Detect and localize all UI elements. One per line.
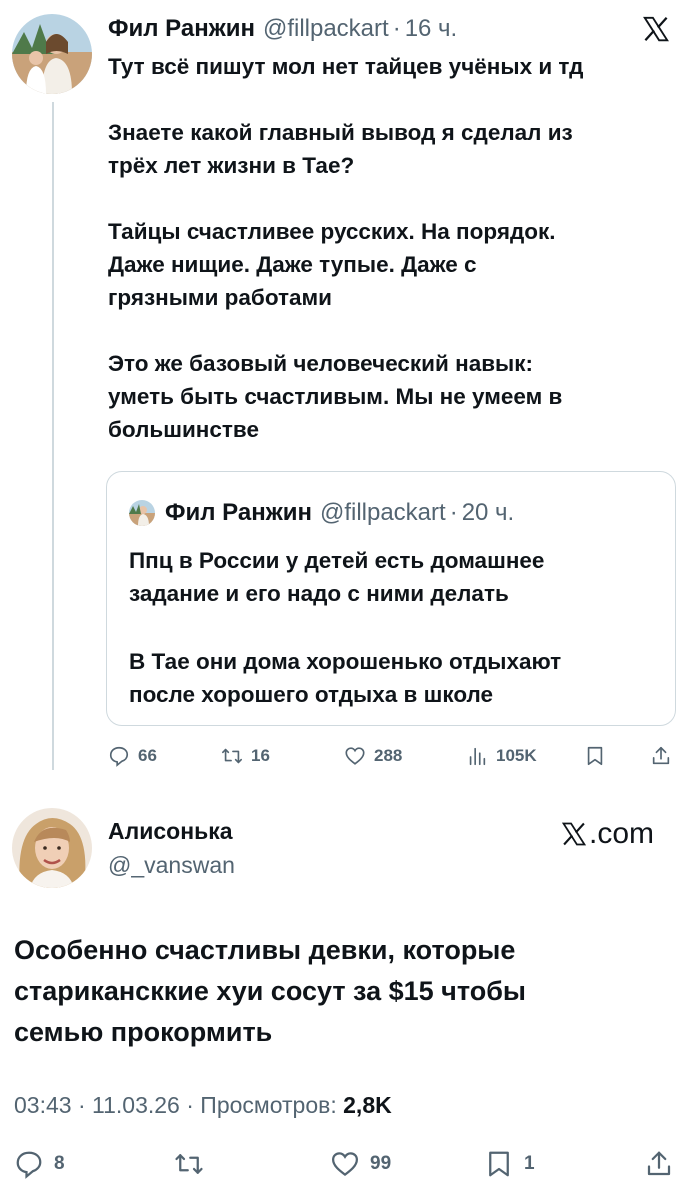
- tweet-line: грязными работами: [108, 285, 333, 310]
- meta-date[interactable]: 11.03.26: [92, 1092, 180, 1118]
- like-icon: [331, 1152, 359, 1177]
- reply-text: Особенно счастливы девки, которые старик…: [14, 930, 674, 1053]
- views-button[interactable]: 105K: [466, 741, 537, 771]
- reply-button[interactable]: 66: [108, 741, 157, 771]
- reply-line: старикансккие хуи сосут за $15 чтобы: [14, 976, 526, 1006]
- separator-dot: ·: [392, 15, 401, 42]
- quote-time: 20 ч.: [461, 499, 515, 526]
- quote-header: Фил Ранжин @fillpackart · 20 ч.: [129, 498, 514, 528]
- separator-dot: ·: [186, 1092, 194, 1118]
- meta-views-label: Просмотров:: [200, 1092, 337, 1118]
- quote-author-name: Фил Ранжин: [165, 499, 312, 526]
- reply-icon: [109, 746, 129, 767]
- reply-button[interactable]: 8: [14, 1146, 65, 1182]
- author-name[interactable]: Фил Ранжин: [108, 15, 255, 43]
- repost-button[interactable]: [174, 1146, 214, 1182]
- quote-tweet-card[interactable]: Фил Ранжин @fillpackart · 20 ч. Ппц в Ро…: [106, 471, 676, 726]
- tweet-line: большинстве: [108, 417, 259, 442]
- quote-line: после хорошего отдыха в школе: [129, 682, 494, 707]
- brand-domain: .com: [589, 817, 655, 850]
- bookmark-button[interactable]: [584, 741, 614, 771]
- reply-count: 8: [54, 1153, 65, 1174]
- meta-time[interactable]: 03:43: [14, 1092, 72, 1118]
- x-com-brand: .com: [560, 817, 655, 850]
- tweet-header: Фил Ранжин @fillpackart · 16 ч.: [108, 14, 457, 44]
- repost-icon: [222, 748, 242, 764]
- share-button[interactable]: [644, 1146, 674, 1182]
- like-count: 288: [374, 746, 403, 765]
- repost-count: 16: [251, 746, 270, 765]
- tweet-line: Тут всё пишут мол нет тайцев учёных и тд: [108, 54, 584, 79]
- reply-icon: [16, 1151, 42, 1179]
- separator-dot: ·: [77, 1092, 86, 1118]
- like-button[interactable]: 288: [344, 741, 402, 771]
- reply-author-handle[interactable]: @_vanswan: [108, 852, 235, 879]
- tweet-time[interactable]: 16 ч.: [405, 15, 458, 43]
- separator-dot: ·: [449, 499, 458, 526]
- x-logo-icon: [561, 822, 587, 846]
- quote-avatar: [129, 500, 155, 526]
- quote-author-handle: @fillpackart: [319, 499, 446, 526]
- tweet-line: уметь быть счастливым. Мы не умеем в: [108, 384, 563, 409]
- thread-connector-line: [52, 102, 54, 770]
- tweet-line: Знаете какой главный вывод я сделал из: [108, 120, 573, 145]
- bookmark-count: 1: [524, 1153, 535, 1174]
- quote-text: Ппц в России у детей есть домашнее задан…: [129, 544, 659, 711]
- reply-meta: 03:43 · 11.03.26 · Просмотров: 2,8K: [14, 1092, 392, 1119]
- reply-count: 66: [138, 746, 157, 765]
- reply-action-bar: 8 99 1: [14, 1146, 674, 1182]
- avatar[interactable]: [12, 14, 92, 94]
- tweet-line: Тайцы счастливее русских. На порядок.: [108, 219, 556, 244]
- bookmark-icon: [489, 1151, 509, 1177]
- reply-line: семью прокормить: [14, 1017, 273, 1047]
- like-count: 99: [370, 1153, 392, 1174]
- views-icon: [469, 747, 486, 766]
- x-logo-icon: [641, 14, 671, 44]
- like-icon: [345, 747, 365, 765]
- repost-button[interactable]: 16: [221, 741, 270, 771]
- bookmark-icon: [587, 746, 603, 766]
- quote-line: задание и его надо с ними делать: [129, 581, 509, 606]
- repost-icon: [175, 1154, 203, 1174]
- bookmark-button[interactable]: 1: [484, 1146, 535, 1182]
- author-handle[interactable]: @fillpackart: [263, 15, 389, 43]
- tweet-line: Даже нищие. Даже тупые. Даже с: [108, 252, 477, 277]
- share-icon: [647, 1151, 671, 1176]
- quote-line: Ппц в России у детей есть домашнее: [129, 548, 545, 573]
- like-button[interactable]: 99: [330, 1146, 391, 1182]
- reply-author-name[interactable]: Алисонька: [108, 818, 233, 845]
- meta-views-count: 2,8K: [343, 1092, 392, 1118]
- views-count: 105K: [496, 746, 537, 765]
- tweet-action-bar: 66 16 288 105K: [108, 741, 678, 771]
- share-button[interactable]: [650, 741, 680, 771]
- avatar[interactable]: [12, 808, 92, 888]
- quote-line: В Тае они дома хорошенько отдыхают: [129, 649, 562, 674]
- share-icon: [652, 746, 670, 765]
- reply-line: Особенно счастливы девки, которые: [14, 935, 516, 965]
- tweet-line: Это же базовый человеческий навык:: [108, 351, 534, 376]
- tweet-text: Тут всё пишут мол нет тайцев учёных и тд…: [108, 50, 678, 446]
- tweet-line: трёх лет жизни в Тае?: [108, 153, 355, 178]
